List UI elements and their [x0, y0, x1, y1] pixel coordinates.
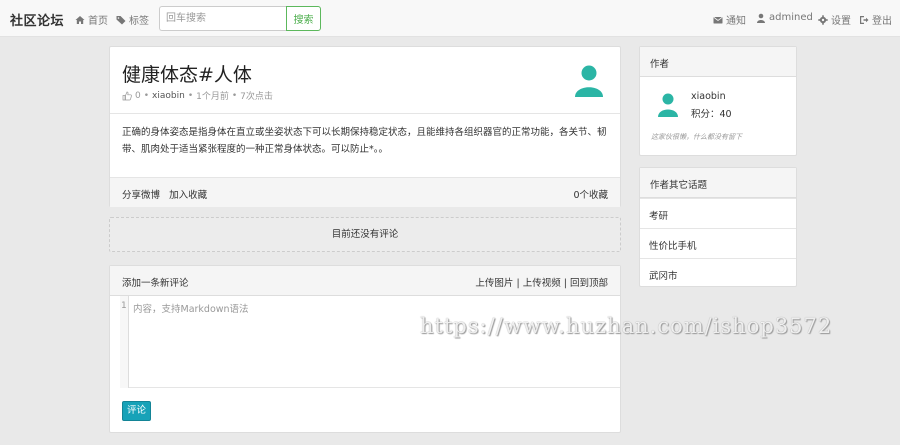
author-avatar-icon[interactable] [573, 64, 605, 98]
post-actions: 分享微博 加入收藏 [122, 187, 207, 201]
nav-notify[interactable]: 通知 [713, 12, 746, 27]
nav-settings[interactable]: 设置 [818, 12, 851, 27]
watermark: https://www.huzhan.com/ishop3572 [420, 314, 833, 338]
share-weibo-link[interactable]: 分享微博 [122, 190, 160, 201]
nav-home-label: 首页 [88, 16, 108, 27]
author-card-header: 作者 [640, 47, 796, 77]
submit-comment-button[interactable]: 评论 [122, 401, 151, 421]
other-topics-header: 作者其它话题 [640, 168, 796, 198]
empty-comments-notice: 目前还没有评论 [109, 217, 621, 252]
comment-editor[interactable]: 1 内容，支持Markdown语法 [120, 296, 620, 388]
meta-separator: • [143, 90, 150, 101]
author-card: 作者 xiaobin 积分：40 这家伙很懒，什么都没有留下 [639, 46, 797, 156]
nav-tags-label: 标签 [129, 16, 149, 27]
upload-video-link[interactable]: 上传视频 [523, 278, 561, 289]
topic-item[interactable]: 考研 [640, 198, 796, 228]
comment-form-header: 添加一条新评论 上传图片 | 上传视频 | 回到顶部 [110, 266, 620, 296]
post-views: 7次点击 [240, 92, 273, 102]
post-meta: 0 • xiaobin • 1个月前 • 7次点击 [122, 89, 273, 102]
comment-form-title: 添加一条新评论 [122, 278, 189, 289]
home-icon [75, 15, 85, 24]
line-number: 1 [121, 301, 127, 311]
favorite-count: 0个收藏 [573, 190, 608, 201]
author-avatar-icon[interactable] [657, 92, 679, 118]
add-favorite-link[interactable]: 加入收藏 [169, 190, 207, 201]
nav-tags[interactable]: 标签 [116, 12, 149, 27]
topic-link[interactable]: 考研 [649, 208, 668, 222]
gear-icon [818, 14, 828, 25]
topic-link[interactable]: 性价比手机 [649, 238, 697, 252]
other-topics-card: 作者其它话题 考研 性价比手机 武冈市 [639, 167, 797, 287]
post-footer: 分享微博 加入收藏 0个收藏 [110, 177, 620, 207]
tags-icon [116, 15, 126, 24]
like-count: 0 [135, 90, 141, 101]
post-content: 正确的身体姿态是指身体在直立或坐姿状态下可以长期保持稳定状态，且能维持各组织器官… [122, 127, 607, 155]
author-name-link[interactable]: xiaobin [691, 91, 726, 102]
comment-form-panel: 添加一条新评论 上传图片 | 上传视频 | 回到顶部 1 内容，支持Markdo… [109, 265, 621, 433]
post-author-link[interactable]: xiaobin [152, 91, 185, 101]
nav-user[interactable]: admined [756, 12, 813, 23]
nav-logout[interactable]: 登出 [859, 12, 892, 27]
score-value: 40 [719, 109, 732, 120]
nav-home[interactable]: 首页 [75, 12, 108, 27]
topic-item[interactable]: 武冈市 [640, 258, 796, 288]
logout-icon [860, 15, 869, 24]
nav-notify-label: 通知 [726, 16, 746, 27]
post-panel: 健康体态#人体 0 • xiaobin • 1个月前 • 7次点击 正确的身体姿… [109, 46, 621, 207]
meta-separator: • [187, 90, 194, 101]
brand-logo[interactable]: 社区论坛 [10, 10, 64, 29]
other-topics-title: 作者其它话题 [650, 180, 708, 191]
envelope-icon [713, 16, 723, 23]
nav-logout-label: 登出 [872, 16, 892, 27]
user-icon [757, 13, 765, 23]
meta-separator: • [231, 90, 238, 101]
editor-placeholder: 内容，支持Markdown语法 [133, 304, 249, 315]
topic-link[interactable]: 武冈市 [649, 268, 678, 282]
post-time: 1个月前 [196, 92, 229, 102]
author-score: 积分：40 [691, 106, 732, 120]
score-label: 积分： [691, 109, 720, 120]
post-title: 健康体态#人体 [122, 64, 252, 86]
editor-gutter: 1 [120, 296, 129, 388]
search-input[interactable] [159, 6, 286, 31]
navbar: 社区论坛 首页 标签 搜索 通知 admined 设置 登出 [0, 0, 900, 37]
author-signature: 这家伙很懒，什么都没有留下 [651, 133, 742, 141]
author-card-title: 作者 [650, 59, 670, 70]
upload-image-link[interactable]: 上传图片 [475, 278, 513, 289]
nav-settings-label: 设置 [831, 16, 851, 27]
search-button[interactable]: 搜索 [286, 6, 321, 31]
topic-item[interactable]: 性价比手机 [640, 228, 796, 258]
back-to-top-link[interactable]: 回到顶部 [570, 278, 608, 289]
comment-toolbar: 上传图片 | 上传视频 | 回到顶部 [475, 275, 608, 289]
thumbs-up-icon[interactable] [122, 91, 132, 101]
post-divider [110, 113, 620, 114]
nav-user-label: admined [769, 12, 813, 23]
